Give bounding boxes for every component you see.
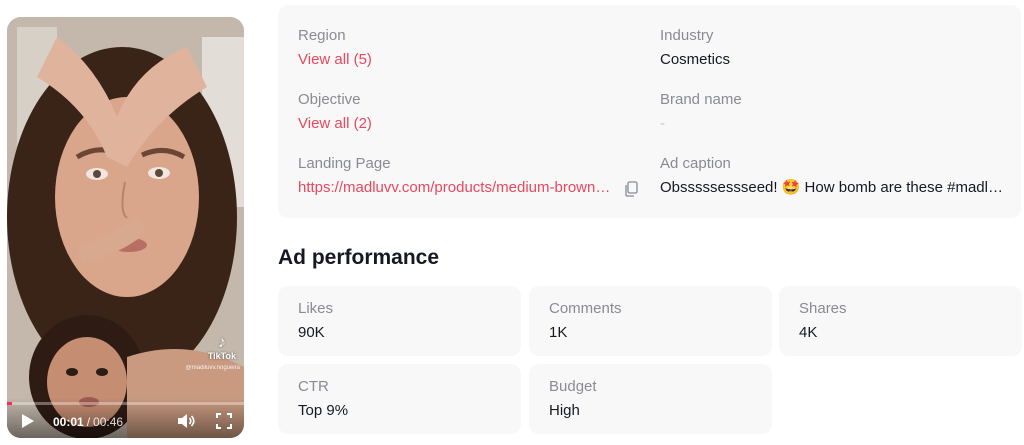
stat-label: Likes [298, 300, 334, 317]
stat-value: 4K [799, 324, 818, 341]
brand-name-label: Brand name [660, 91, 742, 108]
current-time: 00:01 [53, 415, 84, 429]
landing-page-link[interactable]: https://madluvv.com/products/medium-brow… [298, 179, 611, 197]
stat-ctr: CTR Top 9% [278, 364, 521, 434]
stat-label: Comments [549, 300, 622, 317]
stat-value: 90K [298, 324, 325, 341]
fullscreen-icon[interactable] [216, 413, 232, 429]
volume-icon[interactable] [177, 413, 195, 429]
region-label: Region [298, 27, 346, 44]
stat-label: CTR [298, 378, 329, 395]
video-progress-fill [7, 402, 12, 405]
stat-comments: Comments 1K [529, 286, 772, 356]
ad-caption-label: Ad caption [660, 155, 731, 172]
creator-handle: @madiluvv.nogueira [185, 365, 240, 371]
ad-caption-value: Obsssssessseed! 🤩 How bomb are these #ma… [660, 179, 1005, 196]
industry-value: Cosmetics [660, 51, 731, 68]
play-icon[interactable] [21, 413, 35, 429]
landing-page-field: Landing Page https://madluvv.com/product… [298, 155, 611, 197]
brand-name-field: Brand name - [660, 91, 990, 133]
stat-value: High [549, 402, 580, 419]
ad-video-player[interactable]: ♪ TikTok @madiluvv.nogueira 00:01/00:46 [7, 17, 244, 438]
ad-caption-field: Ad caption Obsssssessseed! 🤩 How bomb ar… [660, 155, 1005, 197]
industry-label: Industry [660, 27, 714, 44]
ad-details-card: Region View all (5) Industry Cosmetics O… [278, 5, 1021, 218]
stat-label: Budget [549, 378, 597, 395]
video-frame [7, 17, 244, 438]
video-progress-bar[interactable] [7, 402, 244, 405]
duration: 00:46 [93, 415, 124, 429]
copy-icon[interactable] [624, 181, 638, 197]
stat-label: Shares [799, 300, 847, 317]
tiktok-logo-icon: ♪ [217, 334, 226, 351]
stat-value: 1K [549, 324, 568, 341]
region-view-all-link[interactable]: View all (5) [298, 51, 628, 69]
stat-budget: Budget High [529, 364, 772, 434]
stat-value: Top 9% [298, 402, 349, 419]
stat-shares: Shares 4K [779, 286, 1022, 356]
region-field: Region View all (5) [298, 27, 628, 69]
industry-field: Industry Cosmetics [660, 27, 990, 69]
landing-page-label: Landing Page [298, 155, 391, 172]
ad-performance-title: Ad performance [278, 246, 440, 269]
objective-field: Objective View all (2) [298, 91, 628, 133]
objective-label: Objective [298, 91, 361, 108]
objective-view-all-link[interactable]: View all (2) [298, 115, 628, 133]
brand-name-value: - [660, 115, 665, 132]
tiktok-watermark: ♪ TikTok [207, 334, 236, 362]
video-controls: 00:01/00:46 [7, 398, 244, 438]
video-time: 00:01/00:46 [53, 415, 123, 429]
time-separator: / [86, 415, 91, 429]
watermark-text: TikTok [207, 351, 236, 361]
stat-likes: Likes 90K [278, 286, 521, 356]
